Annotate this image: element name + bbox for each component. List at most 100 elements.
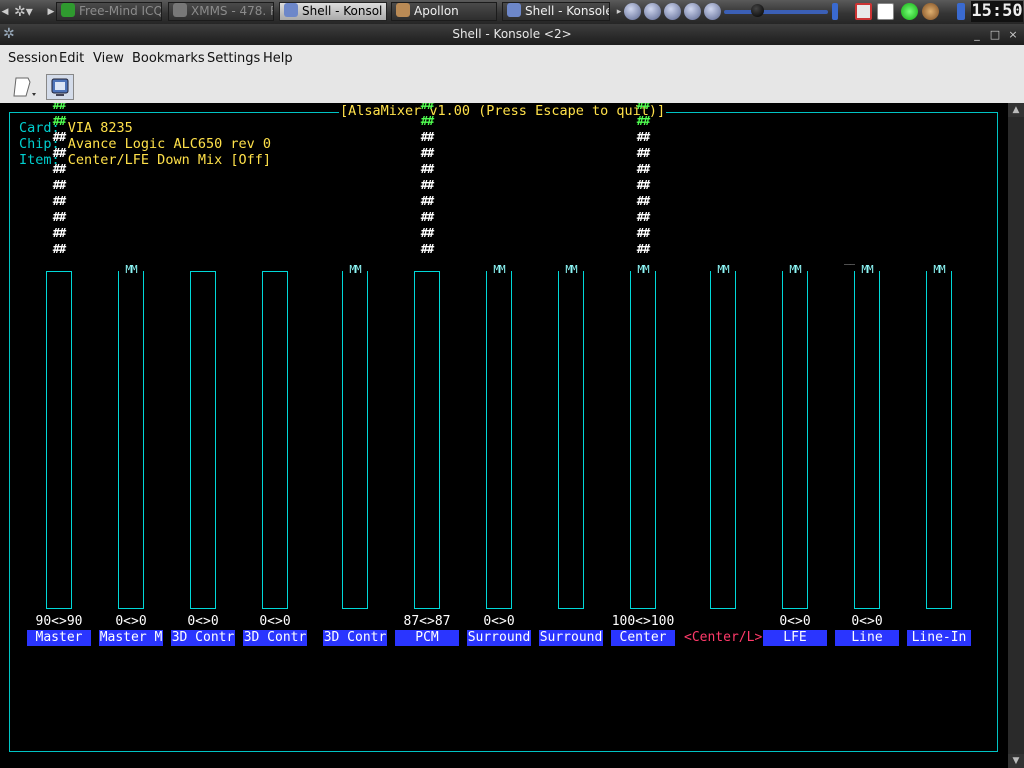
channel-name[interactable]: Center <box>611 630 675 646</box>
xmms-next-icon[interactable] <box>704 3 721 20</box>
headphones-icon <box>173 3 187 17</box>
task-freemind-icq[interactable]: Free-Mind ICQ <box>56 2 162 21</box>
channel-name[interactable]: 3D Contr <box>323 630 387 646</box>
volume-bar[interactable] <box>782 271 808 609</box>
volume-indicator <box>832 3 838 20</box>
channel-name[interactable]: Surround <box>539 630 603 646</box>
mute-indicator[interactable]: MM <box>927 263 951 277</box>
mute-indicator[interactable]: MM <box>487 263 511 277</box>
level-cell: ## <box>420 226 434 240</box>
volume-slider-knob[interactable] <box>751 4 764 17</box>
menu-bookmarks[interactable]: Bookmarks <box>132 45 205 71</box>
channel-name[interactable]: 3D Contr <box>243 630 307 646</box>
minimize-button[interactable]: _ <box>970 24 984 45</box>
menu-view[interactable]: View <box>93 45 124 71</box>
mute-indicator[interactable]: MM <box>783 263 807 277</box>
menu-settings[interactable]: Settings <box>207 45 260 71</box>
channel-name[interactable]: Line <box>835 630 899 646</box>
channel-name[interactable]: Master <box>27 630 91 646</box>
volume-bar[interactable] <box>118 271 144 609</box>
channel-value: 0<>0 <box>779 614 811 629</box>
menu-help[interactable]: Help <box>263 45 293 71</box>
level-cell: ## <box>420 114 434 128</box>
scroll-down-icon[interactable]: ▼ <box>1008 754 1024 768</box>
mute-indicator[interactable]: MM <box>631 263 655 277</box>
apollon-tray-icon[interactable] <box>922 3 939 20</box>
mute-indicator[interactable]: MM <box>343 263 367 277</box>
maximize-button[interactable]: □ <box>988 24 1002 45</box>
volume-bar[interactable] <box>630 271 656 609</box>
volume-bar[interactable] <box>342 271 368 609</box>
window-title: Shell - Konsole <2> <box>452 27 572 41</box>
task-label: XMMS - 478. R <box>191 4 274 18</box>
mute-indicator[interactable]: MM <box>559 263 583 277</box>
xmms-play-icon[interactable] <box>664 3 681 20</box>
xmms-eject-icon[interactable] <box>624 3 641 20</box>
channel-name[interactable]: 3D Contr <box>171 630 235 646</box>
channel-name[interactable]: Surround <box>467 630 531 646</box>
level-cell: ## <box>636 103 650 112</box>
level-cell: ## <box>420 194 434 208</box>
task-apollon[interactable]: Apollon <box>391 2 497 21</box>
clock[interactable]: 15:50 <box>971 1 1023 22</box>
channel-name-selected[interactable]: <Center/L> <box>684 630 762 646</box>
calendar-icon[interactable] <box>877 3 894 20</box>
level-cell: ## <box>420 210 434 224</box>
volume-bar[interactable] <box>190 271 216 609</box>
level-cell: ## <box>52 194 66 208</box>
channel-value: 90<>90 <box>35 614 83 629</box>
xmms-prev-icon[interactable] <box>644 3 661 20</box>
level-cell: ## <box>636 130 650 144</box>
star-icon <box>284 3 298 17</box>
task-shell-konsole[interactable]: Shell - Konsole <box>502 2 610 21</box>
channel-name[interactable]: PCM <box>395 630 459 646</box>
terminal-view[interactable]: [AlsaMixer v1.00 (Press Escape to quit)]… <box>0 103 1008 768</box>
volume-bar[interactable] <box>854 271 880 609</box>
pager-indicator[interactable] <box>957 3 965 20</box>
level-cell: ## <box>52 114 66 128</box>
level-cell: ## <box>420 146 434 160</box>
channel-name[interactable]: Master M <box>99 630 163 646</box>
task-label: Free-Mind ICQ <box>79 4 162 18</box>
capture-indicator: ______ <box>844 252 879 265</box>
level-cell: ## <box>52 130 66 144</box>
close-button[interactable]: × <box>1006 24 1020 45</box>
icq-flower-icon[interactable] <box>901 3 918 20</box>
star-icon <box>507 3 521 17</box>
mute-indicator[interactable]: MM <box>119 263 143 277</box>
level-cell: ## <box>420 178 434 192</box>
terminal-scrollbar[interactable]: ▲ ▼ <box>1008 103 1024 768</box>
menu-edit[interactable]: Edit <box>59 45 84 71</box>
volume-bar[interactable] <box>262 271 288 609</box>
mute-indicator[interactable]: MM <box>855 263 879 277</box>
volume-bar[interactable] <box>414 271 440 609</box>
level-cell: ## <box>420 103 434 112</box>
new-session-button[interactable] <box>10 74 38 100</box>
channel-name[interactable]: LFE <box>763 630 827 646</box>
new-session-icon <box>13 77 36 97</box>
taskbar-scroll-icon[interactable]: ▸ <box>614 0 624 24</box>
task-xmms[interactable]: XMMS - 478. R <box>168 2 274 21</box>
card-info: Card: VIA 8235 <box>19 120 133 136</box>
level-cell: ## <box>420 130 434 144</box>
volume-bar[interactable] <box>710 271 736 609</box>
scroll-up-icon[interactable]: ▲ <box>1008 103 1024 117</box>
clipboard-icon[interactable] <box>855 3 872 20</box>
task-shell-konsole-active[interactable]: Shell - Konsol <box>279 2 387 21</box>
scroll-left-icon[interactable]: ◀ <box>0 0 10 24</box>
konsole-monitor-icon <box>51 78 69 96</box>
session-tab-button[interactable] <box>46 74 74 100</box>
channel-name[interactable]: Line-In <box>907 630 971 646</box>
volume-bar[interactable] <box>486 271 512 609</box>
menu-session[interactable]: Session <box>8 45 58 71</box>
volume-slider[interactable] <box>724 10 828 14</box>
mute-indicator[interactable]: MM <box>711 263 735 277</box>
scroll-right-icon[interactable]: ▶ <box>46 0 56 24</box>
window-titlebar[interactable]: ✲ Shell - Konsole <2> _ □ × <box>0 24 1024 45</box>
xmms-stop-icon[interactable] <box>684 3 701 20</box>
kde-menu-icon[interactable]: ✲▾ <box>14 2 44 22</box>
volume-bar[interactable] <box>46 271 72 609</box>
volume-bar[interactable] <box>558 271 584 609</box>
volume-bar[interactable] <box>926 271 952 609</box>
level-cell: ## <box>52 242 66 256</box>
